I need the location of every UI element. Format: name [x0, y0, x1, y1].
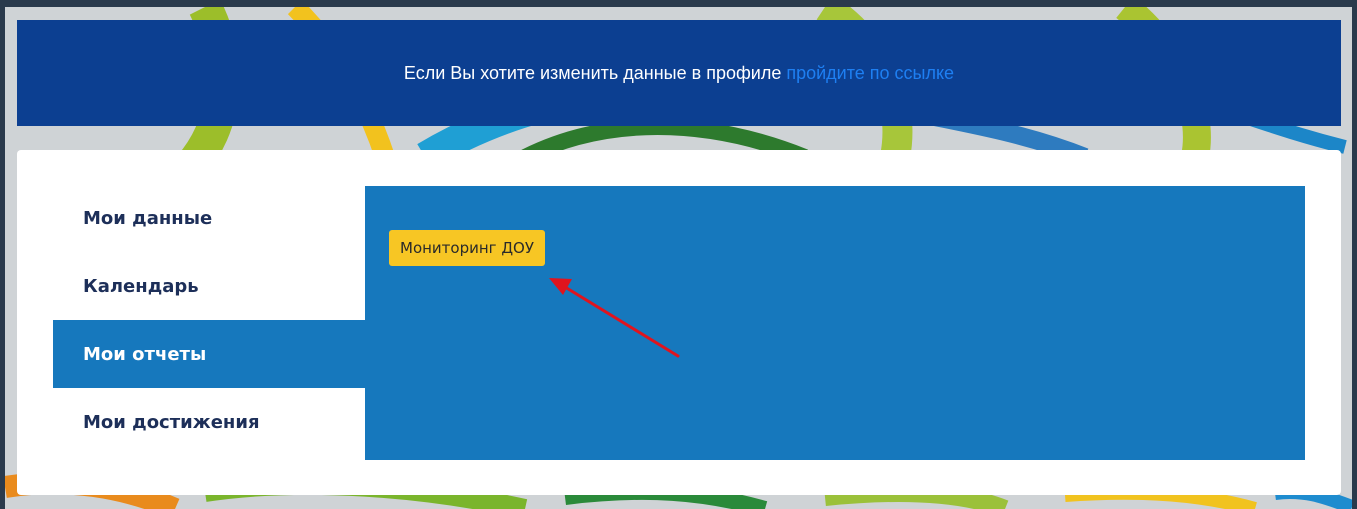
monitoring-dou-button[interactable]: Мониторинг ДОУ [389, 230, 545, 266]
nav-item-my-data[interactable]: Мои данные [53, 184, 365, 252]
profile-info-banner: Если Вы хотите изменить данные в профиле… [17, 20, 1341, 126]
nav-item-label: Мои достижения [83, 411, 260, 433]
reports-panel: Мониторинг ДОУ [365, 186, 1305, 460]
nav-item-my-achievements[interactable]: Мои достижения [53, 388, 365, 456]
banner-text: Если Вы хотите изменить данные в профиле [403, 62, 782, 83]
profile-card: Мои данные Календарь Мои отчеты Мои дост… [17, 150, 1341, 495]
nav-item-calendar[interactable]: Календарь [53, 252, 365, 320]
nav-item-label: Календарь [83, 275, 199, 297]
nav-item-my-reports[interactable]: Мои отчеты [53, 320, 365, 388]
nav-item-label: Мои данные [83, 207, 213, 229]
profile-edit-link[interactable]: пройдите по ссылке [786, 63, 954, 84]
nav-item-label: Мои отчеты [83, 343, 207, 365]
side-nav: Мои данные Календарь Мои отчеты Мои дост… [53, 184, 365, 456]
page-frame: Если Вы хотите изменить данные в профиле… [5, 7, 1352, 509]
